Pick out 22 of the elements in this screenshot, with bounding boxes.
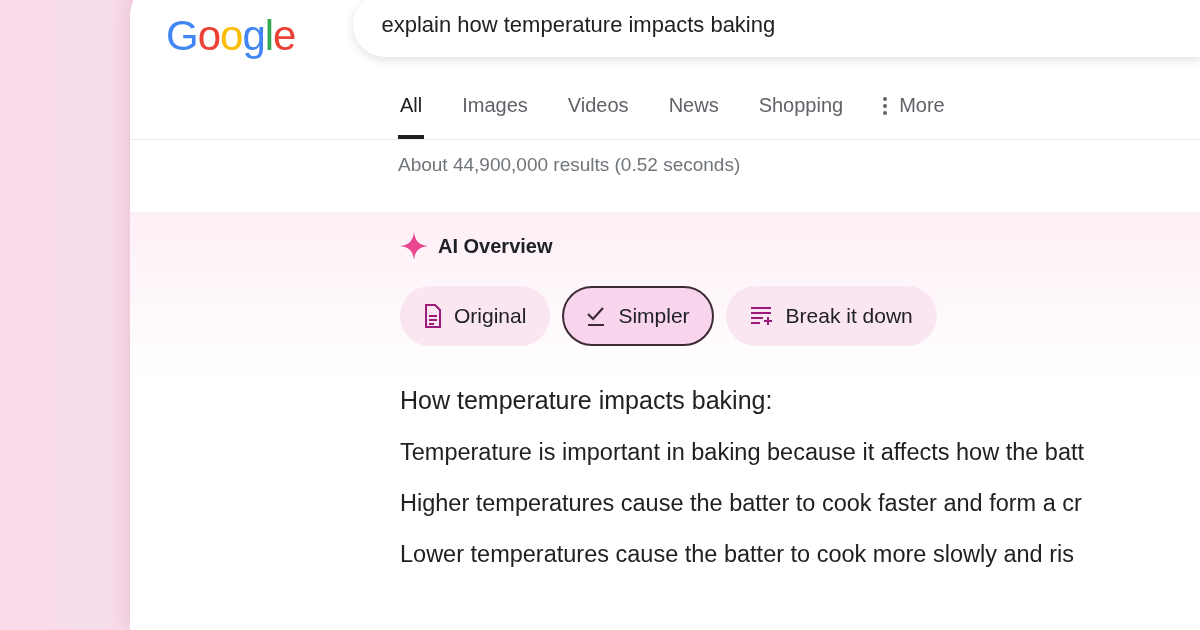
mode-chip[interactable]: Break it down — [725, 286, 937, 346]
mode-chip[interactable]: Original — [400, 286, 551, 346]
overview-heading: How temperature impacts baking: — [400, 386, 774, 415]
list-plus-icon — [749, 306, 774, 326]
search-tab[interactable]: Images — [460, 88, 530, 139]
search-tab[interactable]: Videos — [565, 88, 631, 139]
google-logo[interactable]: Google — [166, 12, 296, 60]
mode-chip[interactable]: Simpler — [562, 286, 714, 346]
overview-text: Temperature is important in baking because it affects how the batt — [400, 439, 1086, 466]
overview-text: Higher temperatures cause the batter to cook faster and form a cr — [400, 490, 1083, 517]
ai-overview-title: AI Overview — [438, 234, 553, 258]
search-tab[interactable]: All — [398, 88, 425, 139]
check-icon — [586, 305, 607, 327]
sparkle-icon — [400, 232, 428, 260]
more-icon — [883, 96, 888, 115]
search-tab[interactable]: Shopping — [756, 88, 846, 139]
overview-text: Lower temperatures cause the batter to cook more slowly and ris — [400, 541, 1075, 568]
result-stats: About 44,900,000 results (0.52 seconds) — [397, 153, 742, 176]
search-tab[interactable]: News — [666, 88, 721, 139]
search-tab[interactable]: More — [881, 88, 947, 139]
search-field[interactable]: explain how temperature impacts baking — [353, 0, 1200, 57]
document-icon — [424, 304, 442, 328]
